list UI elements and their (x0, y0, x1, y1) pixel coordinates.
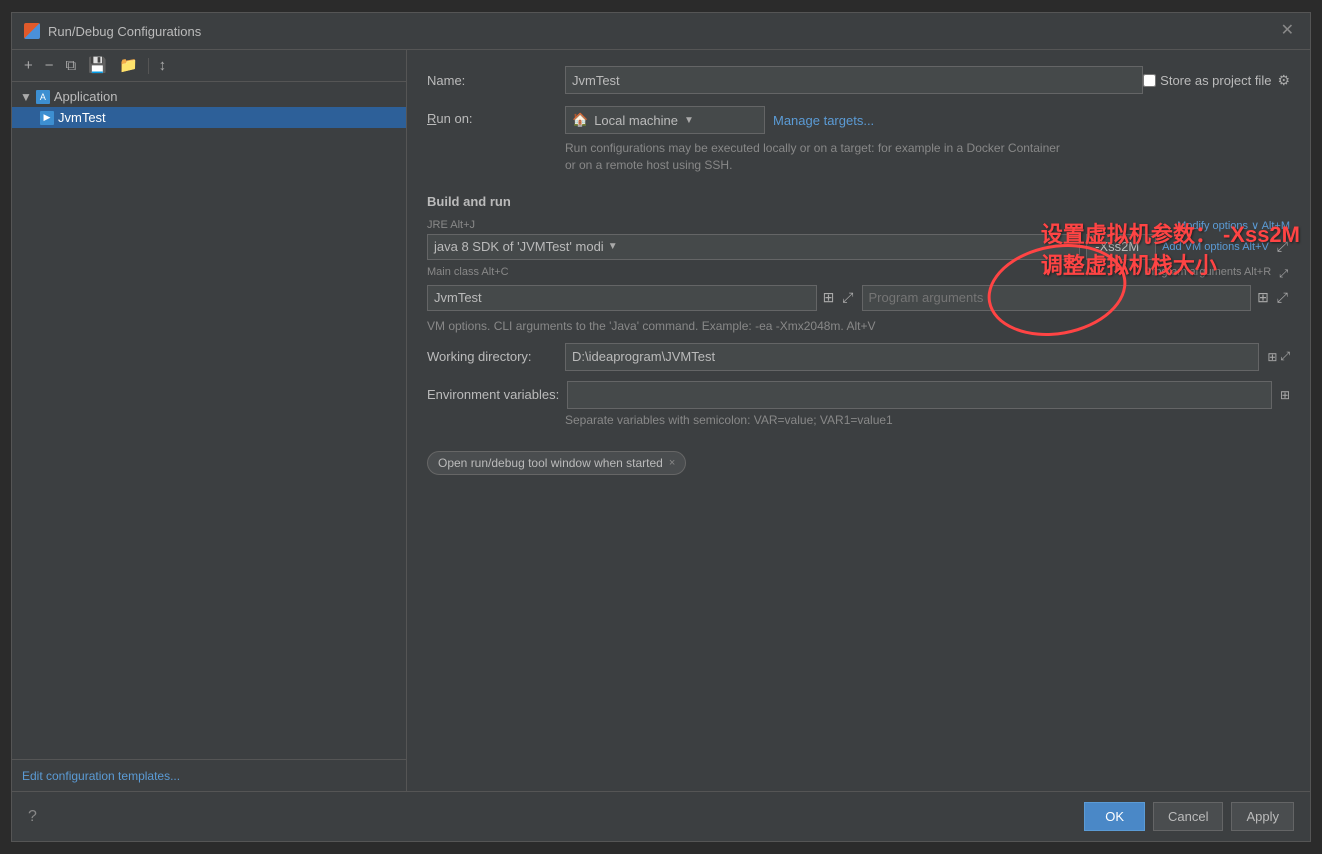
save-config-button[interactable]: 💾 (84, 56, 111, 75)
sdk-dropdown[interactable]: java 8 SDK of 'JVMTest' modi ▼ (427, 234, 1080, 260)
add-config-button[interactable]: + (20, 56, 37, 75)
vm-value: -Xss2M (1095, 239, 1139, 254)
class-args-row: ⊞ ⤢ ⊞ ⤢ (427, 285, 1290, 311)
run-debug-dialog: Run/Debug Configurations ✕ + − ⧉ 💾 📁 ↕ ▼… (11, 12, 1311, 842)
left-toolbar: + − ⧉ 💾 📁 ↕ (12, 50, 406, 82)
sdk-value: java 8 SDK of 'JVMTest' modi (434, 239, 604, 254)
name-label: Name: (427, 73, 557, 88)
close-button[interactable]: ✕ (1277, 21, 1298, 41)
help-button[interactable]: ? (28, 808, 37, 826)
application-group-label: Application (54, 89, 118, 104)
run-on-label: Run on: (427, 106, 557, 126)
open-tool-window-chip: Open run/debug tool window when started … (427, 451, 686, 475)
run-on-row: Run on: 🏠 Local machine ▼ Manage targets… (427, 106, 1290, 174)
name-row-left: Name: (427, 66, 1143, 94)
prog-args-expand-button[interactable]: ⤢ (1277, 266, 1290, 283)
main-class-label: Main class Alt+C (427, 266, 1138, 283)
sdk-arrow-icon: ▼ (608, 241, 618, 252)
build-run-labels-row: JRE Alt+J Modify options ∨ Alt+M (427, 219, 1290, 232)
prog-args-label: Program arguments Alt+R (1144, 266, 1271, 283)
main-class-expand-button[interactable]: ⊞ (821, 287, 837, 308)
add-vm-link[interactable]: Add VM options Alt+V (1162, 241, 1269, 253)
prog-args-input-wrap: ⊞ ⤢ (862, 285, 1291, 311)
app-icon (24, 23, 40, 39)
left-footer: Edit configuration templates... (12, 759, 406, 791)
build-run-section: Build and run JRE Alt+J Modify options ∨… (427, 190, 1290, 311)
chip-area: Open run/debug tool window when started … (427, 451, 1290, 475)
main-content: + − ⧉ 💾 📁 ↕ ▼ A Application ▶ JvmTest (12, 50, 1310, 791)
prog-args-expand3-button[interactable]: ⤢ (1275, 287, 1290, 308)
chip-close-button[interactable]: × (669, 457, 675, 469)
jvmtest-item-icon: ▶ (40, 111, 54, 125)
env-hint: Separate variables with semicolon: VAR=v… (565, 413, 1290, 427)
left-panel: + − ⧉ 💾 📁 ↕ ▼ A Application ▶ JvmTest (12, 50, 407, 791)
right-panel: Name: Store as project file ⚙ Run on: (407, 50, 1310, 791)
folder-config-button[interactable]: 📁 (115, 56, 142, 75)
store-label: Store as project file (1160, 73, 1271, 88)
chip-label: Open run/debug tool window when started (438, 456, 663, 470)
main-class-folder-button[interactable]: ⤢ (840, 287, 855, 308)
home-icon: 🏠 (572, 112, 588, 128)
config-tree: ▼ A Application ▶ JvmTest (12, 82, 406, 759)
edit-templates-link[interactable]: Edit configuration templates... (22, 769, 180, 783)
working-dir-label: Working directory: (427, 349, 557, 364)
mod-options-label[interactable]: Modify options ∨ Alt+M (1177, 219, 1290, 232)
jvmtest-item[interactable]: ▶ JvmTest (12, 107, 406, 128)
gear-icon[interactable]: ⚙ (1277, 72, 1290, 89)
name-input[interactable] (565, 66, 1143, 94)
toolbar-separator (148, 58, 149, 74)
store-project-checkbox[interactable] (1143, 74, 1156, 87)
vm-hint: VM options. CLI arguments to the 'Java' … (427, 319, 1290, 333)
sdk-vm-row: java 8 SDK of 'JVMTest' modi ▼ -Xss2M Ad… (427, 234, 1290, 260)
ok-button[interactable]: OK (1084, 802, 1145, 831)
working-dir-expand-button[interactable]: ⤢ (1280, 349, 1290, 364)
class-args-labels-row: Main class Alt+C Program arguments Alt+R… (427, 266, 1290, 283)
prog-args-input[interactable] (862, 285, 1252, 311)
dropdown-arrow-icon: ▼ (684, 115, 694, 126)
env-vars-label: Environment variables: (427, 387, 559, 402)
env-vars-row: Environment variables: ⊞ (427, 381, 1290, 409)
working-dir-input[interactable] (565, 343, 1259, 371)
run-on-hint: Run configurations may be executed local… (565, 140, 1065, 174)
vm-expand-button[interactable]: ⤢ (1275, 236, 1290, 257)
main-class-input[interactable] (427, 285, 817, 311)
working-dir-row: Working directory: ⊞ ⤢ (427, 343, 1290, 371)
run-on-dropdown[interactable]: 🏠 Local machine ▼ (565, 106, 765, 134)
run-on-controls: 🏠 Local machine ▼ Manage targets... (565, 106, 1065, 134)
copy-config-button[interactable]: ⧉ (62, 56, 81, 75)
jvmtest-item-label: JvmTest (58, 110, 106, 125)
manage-targets-link[interactable]: Manage targets... (773, 113, 874, 128)
dialog-title: Run/Debug Configurations (48, 24, 201, 39)
application-group[interactable]: ▼ A Application (12, 86, 406, 107)
main-class-input-wrap: ⊞ ⤢ (427, 285, 856, 311)
run-on-right: 🏠 Local machine ▼ Manage targets... Run … (565, 106, 1065, 174)
sort-config-button[interactable]: ↕ (155, 56, 171, 75)
remove-config-button[interactable]: − (41, 56, 58, 75)
jre-label: JRE Alt+J (427, 219, 1171, 232)
vm-options-input[interactable]: -Xss2M (1086, 234, 1156, 260)
local-machine-label: Local machine (594, 113, 678, 128)
name-row-right: Store as project file ⚙ (1143, 72, 1290, 89)
title-bar: Run/Debug Configurations ✕ (12, 13, 1310, 50)
application-group-icon: A (36, 90, 50, 104)
title-bar-left: Run/Debug Configurations (24, 23, 201, 39)
cancel-button[interactable]: Cancel (1153, 802, 1223, 831)
expand-icon: ▼ (20, 90, 32, 104)
working-dir-icons: ⊞ ⤢ (1267, 349, 1290, 364)
env-vars-expand-button[interactable]: ⊞ (1280, 388, 1290, 402)
build-run-header: Build and run (427, 194, 1290, 209)
working-dir-file-button[interactable]: ⊞ (1267, 349, 1277, 364)
apply-button[interactable]: Apply (1231, 802, 1294, 831)
name-row: Name: Store as project file ⚙ (427, 66, 1290, 94)
prog-args-expand2-button[interactable]: ⊞ (1255, 287, 1271, 308)
env-vars-input[interactable] (567, 381, 1272, 409)
store-checkbox-area: Store as project file (1143, 73, 1271, 88)
bottom-bar: ? OK Cancel Apply (12, 791, 1310, 841)
